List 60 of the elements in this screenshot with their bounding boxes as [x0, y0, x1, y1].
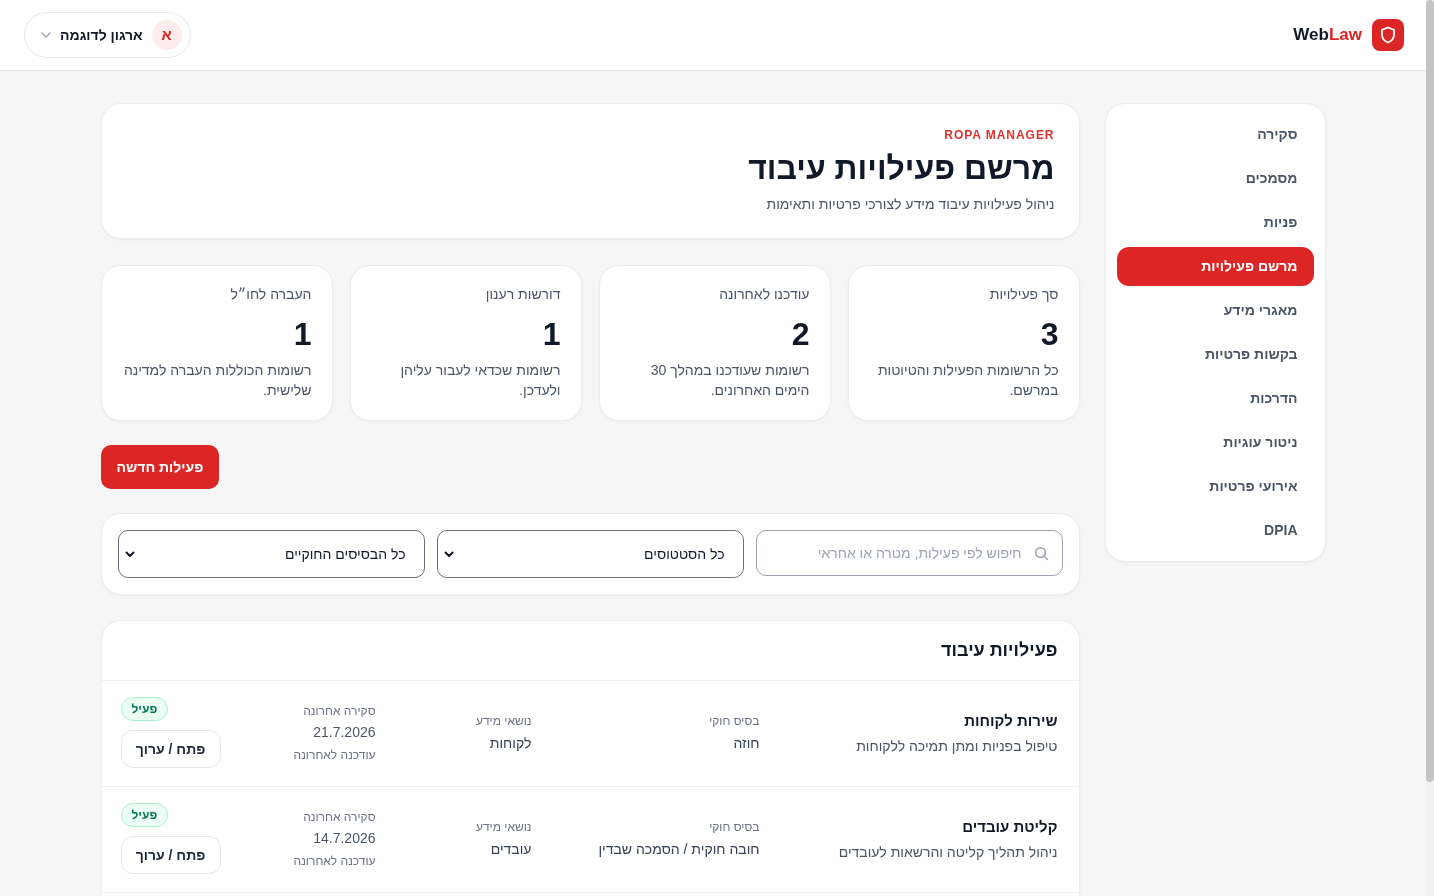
- field-label: בסיס חוקי: [708, 712, 760, 729]
- stat-label: עודכנו לאחרונה: [718, 285, 810, 304]
- stat-value: 1: [541, 316, 561, 352]
- sidebar-item[interactable]: פניות: [1116, 203, 1314, 242]
- chevron-down-icon: [41, 32, 51, 38]
- organization-selector[interactable]: א ארגון לדוגמה: [24, 12, 191, 58]
- stat-label: סך פעילויות: [988, 285, 1059, 304]
- field-label: בסיס חוקי: [708, 818, 760, 835]
- search-field[interactable]: חיפוש לפי פעילות, מטרה או אחראי: [755, 530, 1063, 576]
- caret-down-icon: [443, 550, 454, 558]
- stat-label: העברה לחו״ל: [229, 285, 312, 304]
- status-tag: פעיל: [120, 697, 169, 721]
- stat-description: רשומות שכדאי לעבור עליהן ולעדכן.: [399, 361, 561, 400]
- table-title: פעילויות עיבוד: [941, 639, 1058, 662]
- activity-name: שירות לקוחות: [963, 710, 1058, 731]
- legal-basis-value: חוזה: [732, 733, 760, 753]
- page-subtitle: ניהול פעילויות עיבוד מידע לצורכי פרטיות ותאימות: [765, 195, 1055, 214]
- eyebrow-label: ROPA MANAGER: [943, 127, 1055, 143]
- data-subjects-value: עובדים: [489, 839, 532, 859]
- legal-basis-value: חובה חוקית / הסמכה שבדין: [597, 839, 760, 859]
- sidebar-item[interactable]: בקשות פרטיות: [1116, 335, 1314, 374]
- activity-description: טיפול בפניות ומתן תמיכה ללקוחות: [855, 736, 1058, 756]
- search-icon: [1033, 546, 1049, 561]
- review-date: 21.7.2026: [312, 722, 376, 742]
- updated-note: עודכנה לאחרונה: [292, 852, 376, 869]
- open-edit-button[interactable]: פתח / ערוך: [120, 730, 221, 768]
- sidebar-item[interactable]: מאגרי מידע: [1116, 291, 1314, 330]
- sidebar-item[interactable]: מסמכים: [1116, 159, 1314, 198]
- activity-description: ניהול תהליך קליטה והרשאות לעובדים: [837, 842, 1058, 862]
- review-date: 14.7.2026: [312, 828, 376, 848]
- org-avatar: א: [151, 20, 182, 50]
- shield-logo-icon: [1372, 19, 1404, 51]
- stat-value: 3: [1039, 316, 1059, 352]
- stat-description: כל הרשומות הפעילות והטיוטות במרשם.: [876, 361, 1059, 400]
- open-edit-button[interactable]: פתח / ערוך: [120, 836, 221, 874]
- stat-description: רשומות הכוללות העברה למדינה שלישית.: [122, 361, 312, 400]
- sidebar-item[interactable]: אירועי פרטיות: [1116, 467, 1314, 506]
- sidebar-item[interactable]: סקירה: [1116, 115, 1314, 154]
- activity-name: קליטת עובדים: [961, 816, 1058, 837]
- stat-value: 2: [790, 316, 810, 352]
- legal-basis-select[interactable]: כל הבסיסים החוקיים: [117, 530, 425, 578]
- sidebar-item[interactable]: מרשם פעילויות: [1116, 247, 1314, 286]
- data-subjects-value: לקוחות: [488, 733, 532, 753]
- sidebar-item[interactable]: DPIA: [1116, 511, 1314, 550]
- updated-note: עודכנה לאחרונה: [292, 746, 376, 763]
- page-title: מרשם פעילויות עיבוד: [747, 149, 1055, 188]
- brand-name: WebLaw: [1293, 24, 1362, 47]
- stat-label: דורשות רענון: [484, 285, 561, 304]
- field-label: סקירה אחרונה: [302, 808, 376, 825]
- stat-description: רשומות שעודכנו במהלך 30 הימים האחרונים.: [649, 361, 810, 400]
- stat-value: 1: [292, 316, 312, 352]
- field-label: נושאי מידע: [474, 818, 532, 835]
- sidebar-item[interactable]: הדרכות: [1116, 379, 1314, 418]
- caret-down-icon: [124, 550, 135, 558]
- sidebar-item[interactable]: ניטור עוגיות: [1116, 423, 1314, 462]
- status-select[interactable]: כל הסטטוסים: [436, 530, 744, 578]
- field-label: סקירה אחרונה: [302, 702, 376, 719]
- status-tag: פעיל: [120, 803, 169, 827]
- new-activity-button[interactable]: פעילות חדשה: [100, 445, 220, 489]
- field-label: נושאי מידע: [474, 712, 532, 729]
